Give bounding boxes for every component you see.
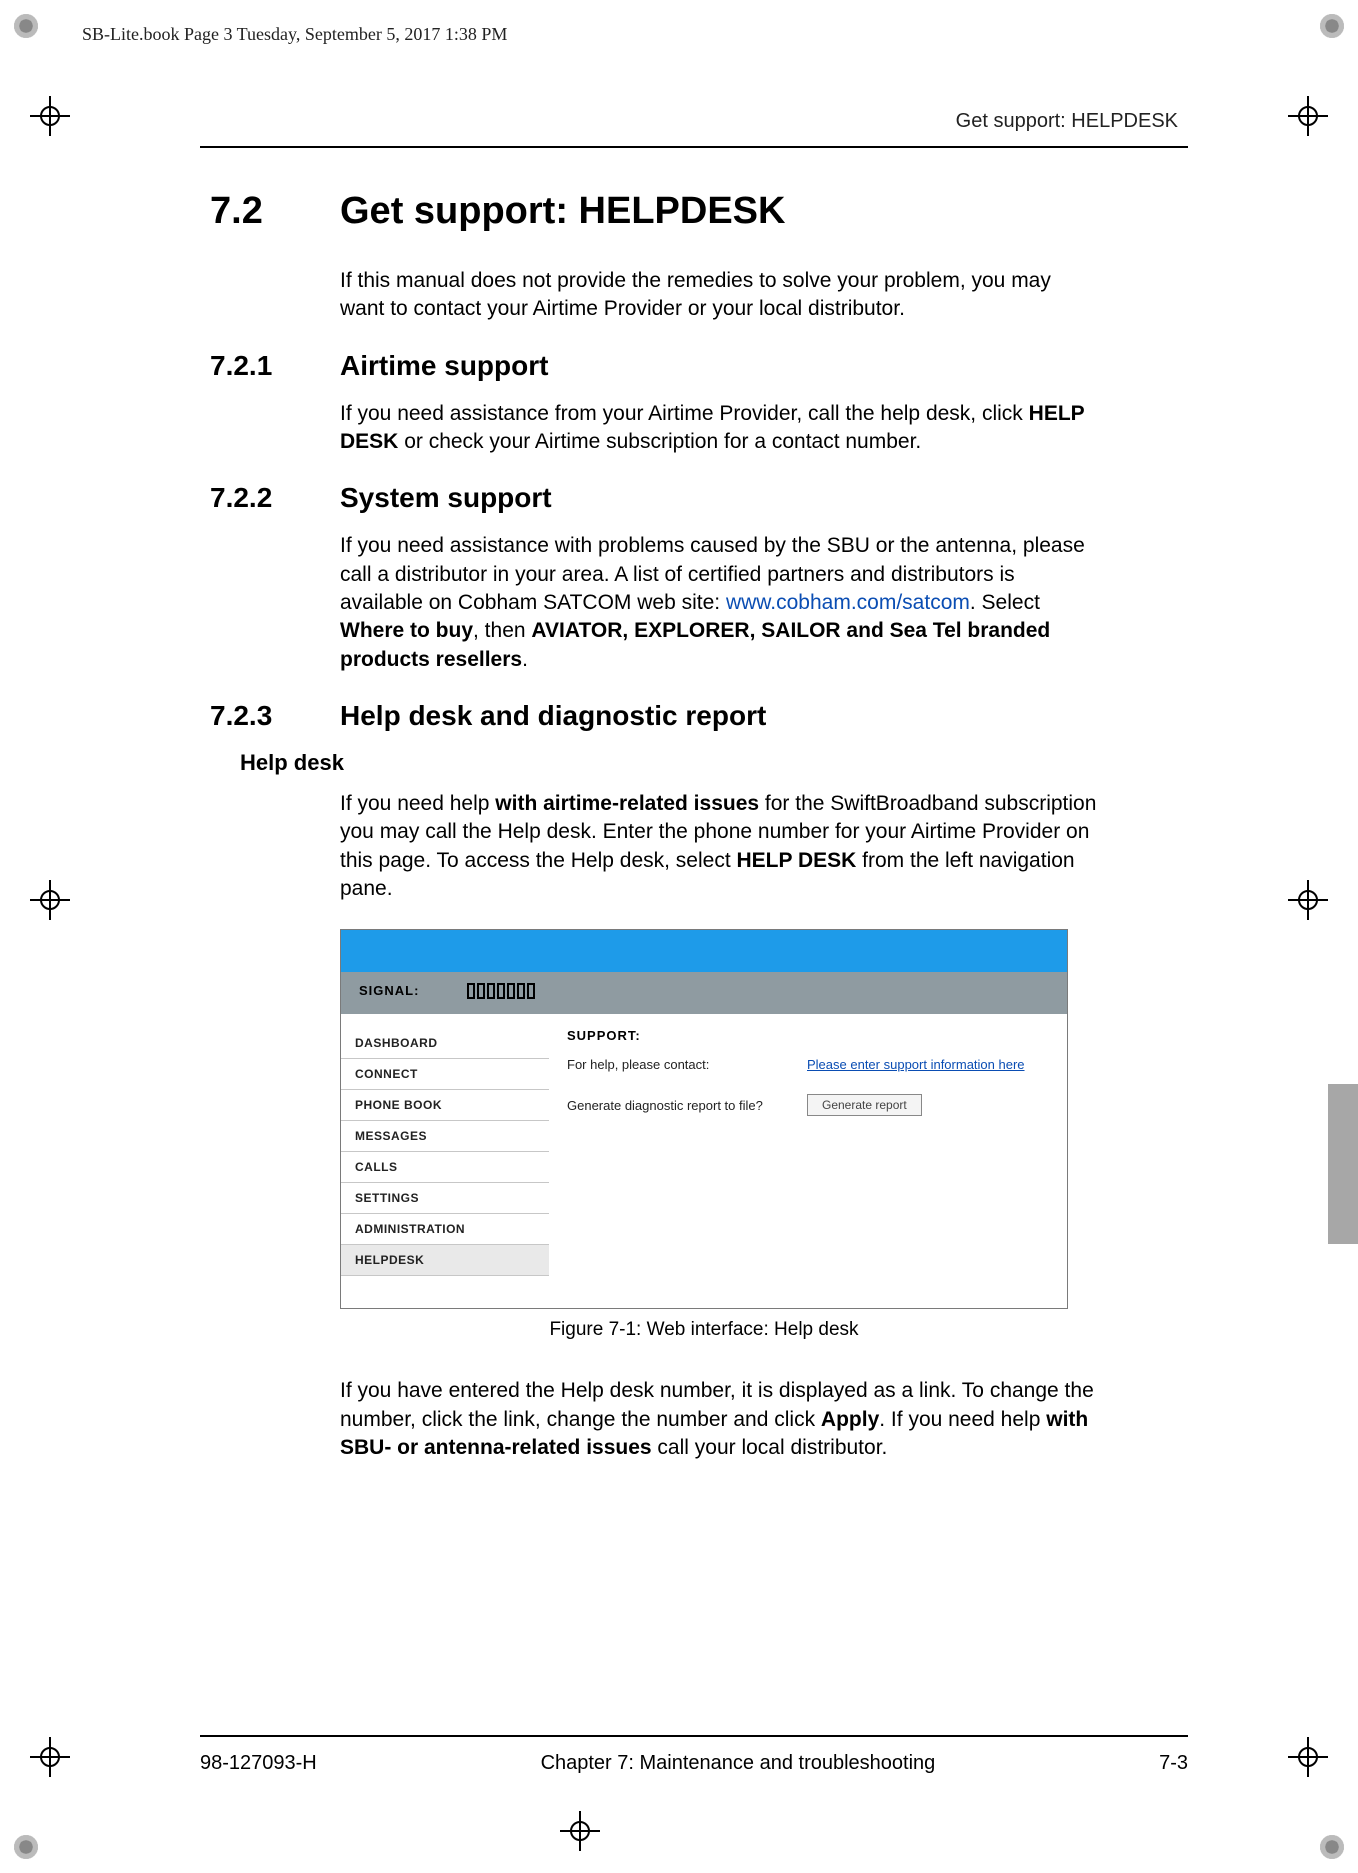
paragraph-722: If you need assistance with problems cau… [340, 532, 1100, 674]
heading-723-number: 7.2.3 [210, 700, 340, 732]
nav-connect[interactable]: CONNECT [341, 1059, 549, 1090]
registration-mark-icon [30, 1737, 70, 1777]
heading-721-number: 7.2.1 [210, 350, 340, 382]
registration-mark-icon [560, 1811, 600, 1851]
crop-mark-icon [14, 1835, 38, 1859]
paragraph-723-2: If you have entered the Help desk number… [340, 1377, 1100, 1462]
nav-messages[interactable]: MESSAGES [341, 1121, 549, 1152]
signal-label: SIGNAL: [359, 983, 419, 998]
registration-mark-icon [30, 96, 70, 136]
footer-rule [200, 1735, 1188, 1737]
page: SB-Lite.book Page 3 Tuesday, September 5… [0, 0, 1358, 1873]
registration-mark-icon [1288, 96, 1328, 136]
heading-722: 7.2.2 System support [210, 482, 1188, 514]
heading-721: 7.2.1 Airtime support [210, 350, 1188, 382]
registration-mark-icon [30, 880, 70, 920]
heading-1-number: 7.2 [210, 190, 340, 233]
heading-1-title: Get support: HELPDESK [340, 190, 785, 233]
generate-report-label: Generate diagnostic report to file? [567, 1098, 787, 1113]
nav-administration[interactable]: ADMINISTRATION [341, 1214, 549, 1245]
thumb-tab [1328, 1084, 1358, 1244]
crop-mark-icon [14, 14, 38, 38]
webui-nav: DASHBOARD CONNECT PHONE BOOK MESSAGES CA… [341, 1014, 549, 1308]
help-contact-label: For help, please contact: [567, 1057, 787, 1072]
content-area: 7.2 Get support: HELPDESK If this manual… [210, 190, 1188, 1489]
subheading-helpdesk: Help desk [240, 750, 1188, 776]
figure-caption: Figure 7-1: Web interface: Help desk [340, 1319, 1068, 1341]
running-head: Get support: HELPDESK [956, 110, 1178, 133]
registration-mark-icon [1288, 1737, 1328, 1777]
heading-722-number: 7.2.2 [210, 482, 340, 514]
signal-strength-icon [467, 983, 535, 999]
nav-dashboard[interactable]: DASHBOARD [341, 1028, 549, 1059]
heading-723-title: Help desk and diagnostic report [340, 700, 766, 732]
footer-chapter: Chapter 7: Maintenance and troubleshooti… [541, 1752, 936, 1775]
crop-mark-icon [1320, 1835, 1344, 1859]
heading-721-title: Airtime support [340, 350, 548, 382]
webui-screenshot: SIGNAL: DASHBOARD CONNECT PHONE BOOK MES… [340, 929, 1068, 1309]
footer: 98-127093-H Chapter 7: Maintenance and t… [200, 1752, 1188, 1775]
webui-signal-bar [341, 972, 1067, 1014]
support-title: SUPPORT: [567, 1028, 1049, 1043]
nav-phone-book[interactable]: PHONE BOOK [341, 1090, 549, 1121]
heading-1: 7.2 Get support: HELPDESK [210, 190, 1188, 233]
header-rule [200, 146, 1188, 148]
paragraph-721: If you need assistance from your Airtime… [340, 400, 1100, 457]
intro-paragraph: If this manual does not provide the reme… [340, 267, 1100, 324]
heading-723: 7.2.3 Help desk and diagnostic report [210, 700, 1188, 732]
registration-mark-icon [1288, 880, 1328, 920]
nav-settings[interactable]: SETTINGS [341, 1183, 549, 1214]
paragraph-723-1: If you need help with airtime-related is… [340, 790, 1100, 903]
heading-722-title: System support [340, 482, 552, 514]
footer-pagenum: 7-3 [1159, 1752, 1188, 1775]
footer-docnum: 98-127093-H [200, 1752, 317, 1775]
webui-header-bar [341, 930, 1067, 972]
webui-main: SUPPORT: For help, please contact: Pleas… [549, 1014, 1067, 1308]
nav-helpdesk[interactable]: HELPDESK [341, 1245, 549, 1276]
print-meta-header: SB-Lite.book Page 3 Tuesday, September 5… [82, 24, 507, 45]
figure-7-1: SIGNAL: DASHBOARD CONNECT PHONE BOOK MES… [340, 929, 1068, 1341]
generate-report-button[interactable]: Generate report [807, 1094, 922, 1116]
crop-mark-icon [1320, 14, 1344, 38]
satcom-link[interactable]: www.cobham.com/satcom [726, 591, 970, 614]
nav-calls[interactable]: CALLS [341, 1152, 549, 1183]
support-info-link[interactable]: Please enter support information here [807, 1057, 1025, 1072]
